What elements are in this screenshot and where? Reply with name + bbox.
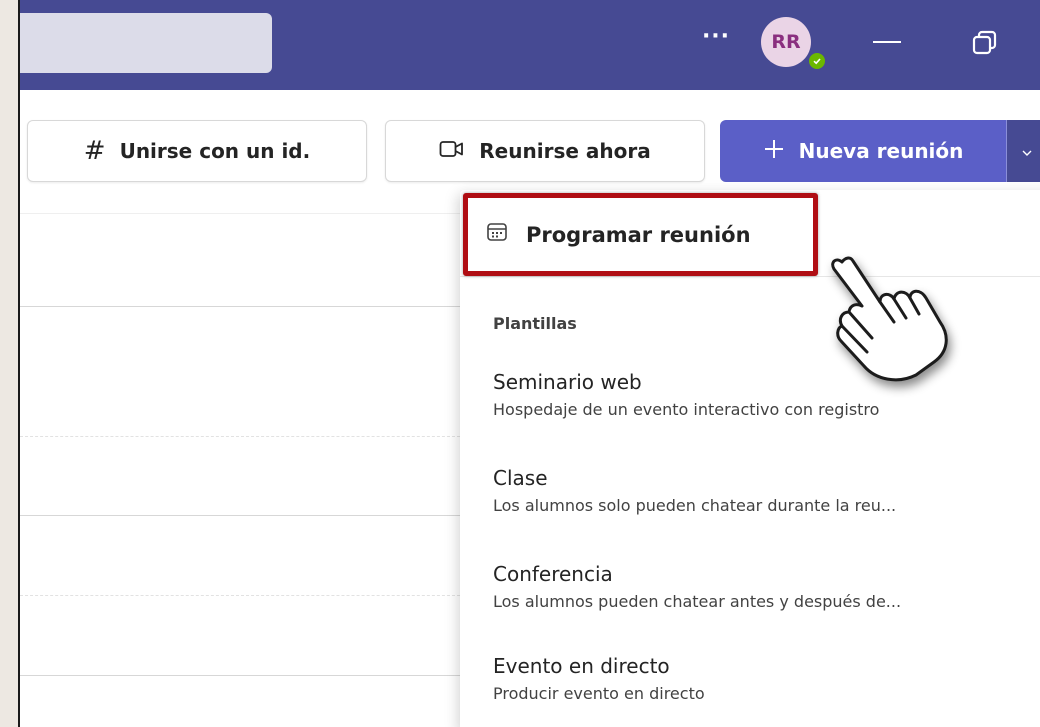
minimize-icon[interactable] — [873, 41, 901, 43]
meet-now-label: Reunirse ahora — [479, 139, 651, 163]
hash-icon: # — [83, 136, 106, 166]
divider — [20, 306, 460, 307]
template-title: Evento en directo — [493, 654, 670, 678]
divider — [20, 675, 460, 676]
template-title: Clase — [493, 466, 548, 490]
new-meeting-button[interactable]: Nueva reunión — [720, 120, 1006, 182]
template-class[interactable]: Clase Los alumnos solo pueden chatear du… — [493, 466, 1040, 515]
schedule-meeting-menu-item[interactable]: Programar reunión — [463, 193, 818, 276]
template-live-event[interactable]: Evento en directo Producir evento en dir… — [493, 654, 1040, 703]
template-description: Los alumnos solo pueden chatear durante … — [493, 496, 897, 515]
plus-icon — [763, 138, 785, 165]
meet-now-button[interactable]: Reunirse ahora — [385, 120, 705, 182]
calendar-icon — [486, 221, 508, 248]
divider — [20, 436, 460, 437]
template-conference[interactable]: Conferencia Los alumnos pueden chatear a… — [493, 562, 1040, 611]
restore-icon[interactable] — [970, 28, 1000, 58]
schedule-meeting-label: Programar reunión — [526, 222, 751, 247]
divider — [20, 213, 460, 214]
avatar[interactable]: RR — [761, 17, 811, 67]
search-input[interactable] — [20, 13, 272, 73]
title-bar: ··· RR — [20, 0, 1040, 90]
chevron-down-icon — [1021, 142, 1033, 161]
new-meeting-menu: Programar reunión Plantillas Seminario w… — [460, 190, 1040, 727]
new-meeting-dropdown-button[interactable] — [1006, 120, 1040, 182]
more-options-button[interactable]: ··· — [698, 22, 734, 58]
divider — [20, 515, 460, 516]
template-title: Conferencia — [493, 562, 613, 586]
templates-heading: Plantillas — [493, 314, 577, 333]
divider — [20, 595, 460, 596]
presence-available-icon — [807, 51, 827, 71]
template-description: Los alumnos pueden chatear antes y despu… — [493, 592, 902, 611]
video-camera-icon — [439, 139, 465, 164]
template-description: Producir evento en directo — [493, 684, 705, 703]
teams-window: ··· RR # Unirse con un id. Reunirse ahor… — [18, 0, 1040, 727]
new-meeting-label: Nueva reunión — [798, 139, 964, 163]
join-with-id-label: Unirse con un id. — [119, 139, 311, 163]
pointing-hand-cursor-icon — [820, 248, 970, 398]
template-description: Hospedaje de un evento interactivo con r… — [493, 400, 880, 419]
join-with-id-button[interactable]: # Unirse con un id. — [27, 120, 367, 182]
avatar-initials: RR — [771, 31, 801, 53]
